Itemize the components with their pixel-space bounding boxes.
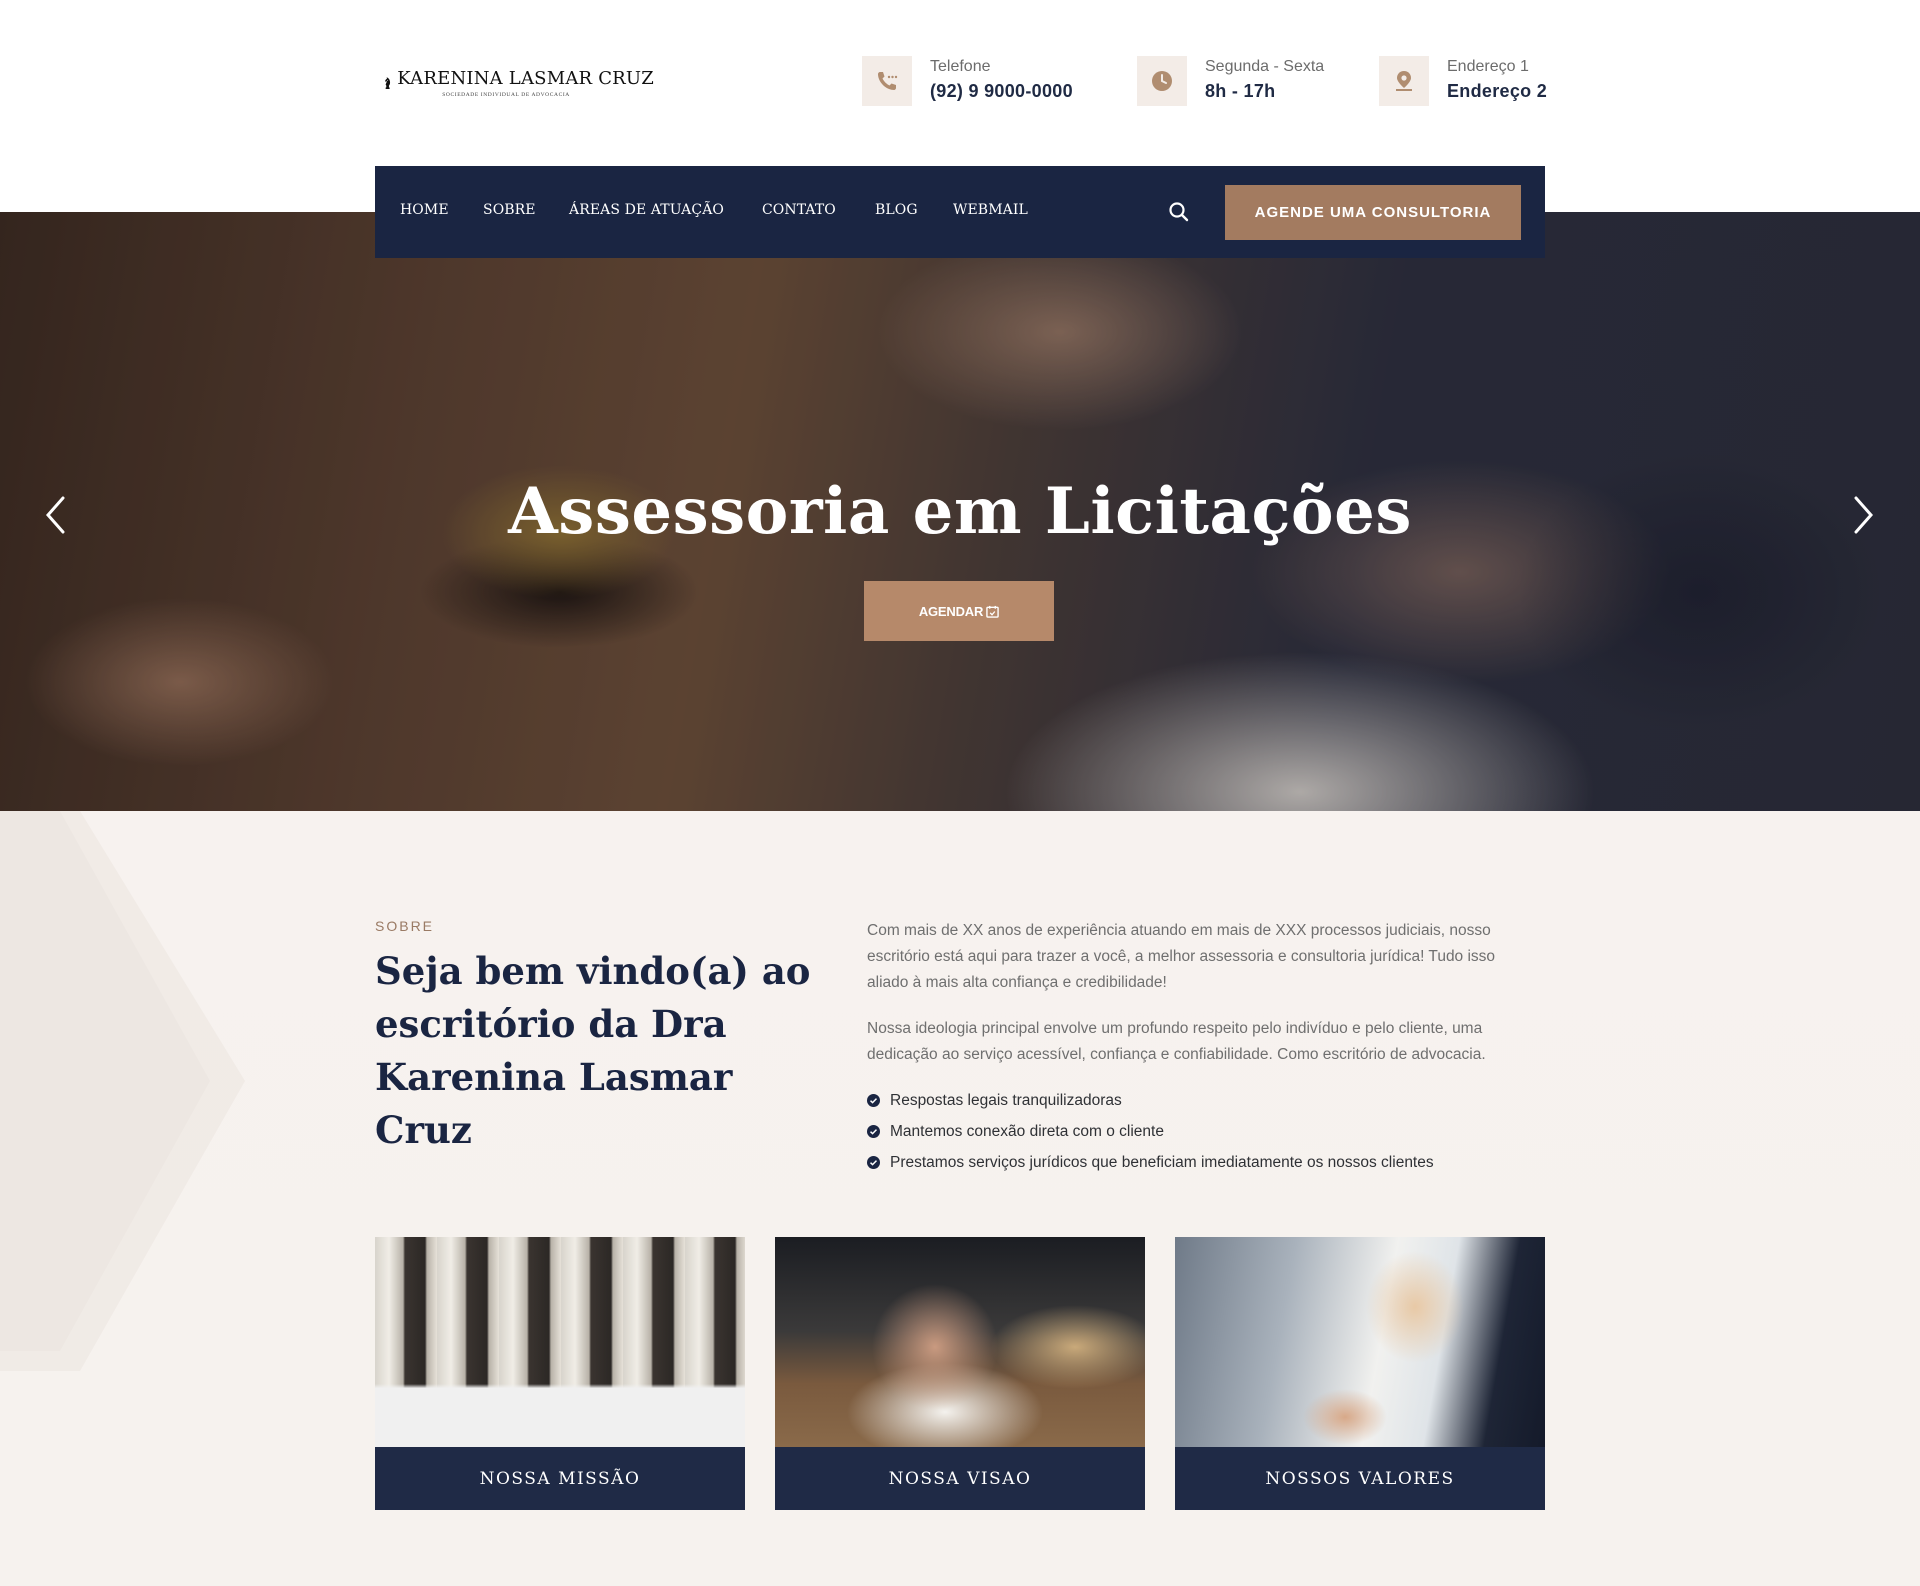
brand-tagline: SOCIEDADE INDIVIDUAL DE ADVOCACIA — [442, 92, 570, 98]
about-checklist: Respostas legais tranquilizadoras Mantem… — [867, 1085, 1434, 1178]
courthouse-image — [375, 1237, 745, 1447]
hours-label: Segunda - Sexta — [1205, 58, 1325, 75]
about-label: SOBRE — [375, 918, 435, 934]
knight-logo-icon — [384, 77, 391, 89]
check-circle-icon — [867, 1125, 880, 1138]
mission-card-title: NOSSA MISSÃO — [375, 1447, 745, 1510]
hours-value: 8h - 17h — [1205, 81, 1276, 101]
schedule-consultation-button[interactable]: AGENDE UMA CONSULTORIA — [1225, 185, 1521, 240]
about-title: Seja bem vindo(a) ao escritório da Dra K… — [375, 949, 811, 1152]
about-paragraph-1: Com mais de XX anos de experiência atuan… — [867, 922, 1496, 991]
address-value: Endereço 2 — [1447, 81, 1548, 101]
location-icon-box — [1379, 56, 1429, 106]
address-info[interactable]: Endereço 1 Endereço 2 — [1379, 56, 1547, 106]
list-item: Respostas legais tranquilizadoras — [867, 1085, 1434, 1116]
decorative-background-shape — [0, 811, 245, 1371]
list-item: Prestamos serviços jurídicos que benefic… — [867, 1147, 1434, 1178]
values-card[interactable]: NOSSOS VALORES — [1175, 1237, 1545, 1510]
site-logo[interactable]: KARENINA LASMAR CRUZ SOCIEDADE INDIVIDUA… — [384, 62, 654, 104]
vision-card[interactable]: NOSSA VISAO — [775, 1237, 1145, 1510]
brand-name: KARENINA LASMAR CRUZ — [397, 68, 654, 89]
about-paragraph-2: Nossa ideologia principal envolve um pro… — [867, 1020, 1486, 1063]
values-card-title: NOSSOS VALORES — [1175, 1447, 1545, 1510]
check-circle-icon — [867, 1156, 880, 1169]
check-circle-icon — [867, 1094, 880, 1107]
calendar-check-icon — [986, 605, 999, 618]
search-icon — [1169, 202, 1189, 222]
checklist-text: Mantemos conexão direta com o cliente — [890, 1122, 1164, 1140]
clock-icon — [1152, 71, 1172, 91]
chevron-right-icon — [1854, 496, 1874, 534]
nav-item-sobre[interactable]: SOBRE — [483, 202, 536, 218]
phone-value: (92) 9 9000-0000 — [930, 81, 1073, 101]
hero-button-label: AGENDAR — [918, 603, 984, 619]
mission-card[interactable]: NOSSA MISSÃO — [375, 1237, 745, 1510]
main-nav: HOME SOBRE ÁREAS DE ATUAÇÃO CONTATO BLOG… — [375, 166, 1545, 258]
handshake-image — [1175, 1237, 1545, 1447]
vision-card-title: NOSSA VISAO — [775, 1447, 1145, 1510]
hero-title: Assessoria em Licitações — [508, 474, 1412, 549]
nav-item-areas[interactable]: ÁREAS DE ATUAÇÃO — [569, 202, 724, 218]
phone-label: Telefone — [930, 58, 991, 75]
nav-item-home[interactable]: HOME — [400, 202, 449, 218]
hero-schedule-button[interactable]: AGENDAR — [864, 581, 1054, 641]
search-button[interactable] — [1167, 200, 1191, 224]
phone-info[interactable]: Telefone (92) 9 9000-0000 — [862, 56, 1073, 106]
about-section: SOBRE Seja bem vindo(a) ao escritório da… — [0, 811, 1920, 1586]
nav-item-contato[interactable]: CONTATO — [762, 202, 836, 218]
address-label: Endereço 1 — [1447, 58, 1529, 75]
hero-slider: Assessoria em Licitações AGENDAR — [0, 212, 1920, 811]
list-item: Mantemos conexão direta com o cliente — [867, 1116, 1434, 1147]
nav-item-blog[interactable]: BLOG — [875, 202, 918, 218]
phone-icon-box — [862, 56, 912, 106]
signing-document-image — [775, 1237, 1145, 1447]
nav-item-webmail[interactable]: WEBMAIL — [953, 202, 1028, 218]
clock-icon-box — [1137, 56, 1187, 106]
checklist-text: Prestamos serviços jurídicos que benefic… — [890, 1153, 1434, 1171]
phone-icon — [878, 72, 898, 90]
hours-info: Segunda - Sexta 8h - 17h — [1137, 56, 1324, 106]
checklist-text: Respostas legais tranquilizadoras — [890, 1091, 1122, 1109]
slider-next-arrow[interactable] — [1849, 490, 1879, 540]
location-icon — [1396, 71, 1412, 91]
